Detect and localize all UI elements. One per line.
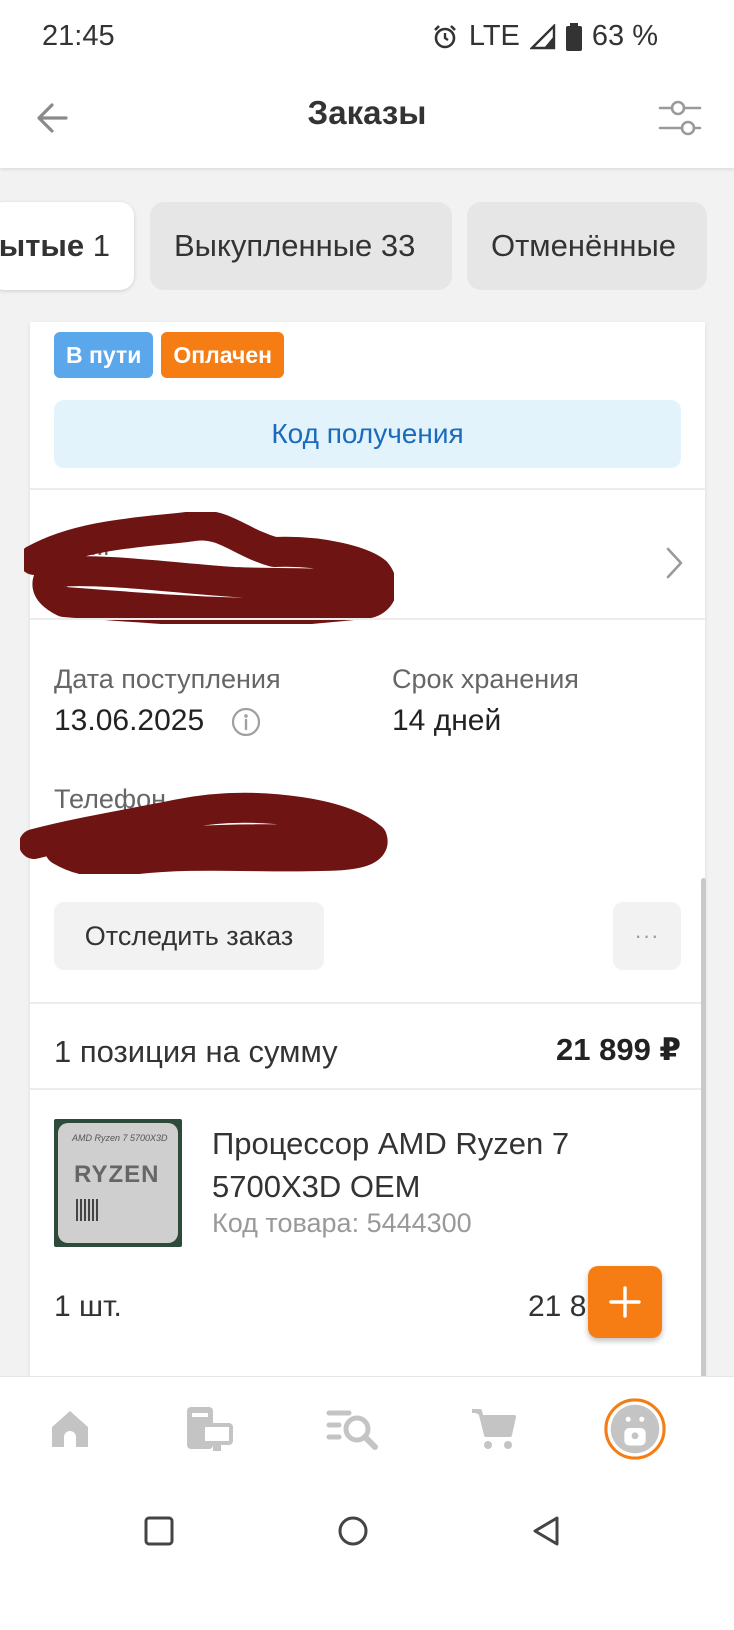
- alarm-icon: [433, 24, 456, 48]
- add-button[interactable]: [588, 1266, 662, 1338]
- more-options-button[interactable]: ···: [613, 902, 681, 970]
- storage-period-value: 14 дней: [392, 704, 502, 737]
- tab-open-count: 1: [92, 228, 110, 263]
- home-icon: [52, 1411, 88, 1447]
- page-title: Заказы: [307, 94, 427, 131]
- network-type: LTE: [468, 20, 520, 52]
- recent-apps-icon: [144, 1516, 174, 1546]
- arrival-date-value: 13.06.2025: [54, 704, 205, 737]
- tab-open-label: ытые: [0, 228, 85, 263]
- tab-redeemed[interactable]: Выкупленные 33: [150, 202, 452, 290]
- pickup-code-button[interactable]: Код получения: [54, 400, 681, 468]
- order-card: В пути Оплачен Код получения Сам Дата по…: [20, 322, 705, 1400]
- plus-icon: [609, 1286, 641, 1318]
- product-price: 21 8: [528, 1290, 587, 1323]
- order-tabs: ытые 1 Выкупленные 33 Отменённые: [0, 170, 734, 320]
- home-circle-icon: [338, 1516, 368, 1546]
- status-badge-in-transit: В пути: [54, 332, 154, 378]
- sliders-icon: [658, 100, 702, 136]
- back-system-button[interactable]: [522, 1506, 572, 1556]
- status-indicators: LTE 63 %: [431, 20, 658, 53]
- catalog-icon: [187, 1407, 233, 1451]
- divider: [30, 1002, 705, 1004]
- redaction-scribble: [24, 512, 394, 624]
- back-triangle-icon: [533, 1516, 559, 1546]
- nav-cart[interactable]: [462, 1397, 526, 1461]
- status-badge-paid: Оплачен: [161, 332, 285, 378]
- recent-apps-button[interactable]: [134, 1506, 184, 1556]
- divider: [30, 488, 705, 490]
- status-time: 21:45: [42, 20, 115, 52]
- track-order-button[interactable]: Отследить заказ: [54, 902, 324, 970]
- divider: [30, 1088, 705, 1090]
- profile-icon: [604, 1398, 666, 1460]
- nav-profile[interactable]: [603, 1397, 667, 1461]
- system-navigation: [0, 1486, 734, 1630]
- product-image-logo: RYZEN: [74, 1161, 160, 1188]
- nav-search[interactable]: [321, 1397, 385, 1461]
- status-bar: 21:45 LTE 63 %: [0, 0, 734, 78]
- scrollbar[interactable]: [701, 878, 706, 1378]
- nav-catalog[interactable]: [179, 1397, 243, 1461]
- arrival-date-label: Дата поступления: [54, 664, 281, 694]
- cart-icon: [472, 1409, 516, 1449]
- home-system-button[interactable]: [328, 1506, 378, 1556]
- app-header: Заказы: [0, 78, 734, 168]
- product-image[interactable]: AMD Ryzen 7 5700X3D RYZEN: [54, 1119, 182, 1247]
- product-image-brand: AMD Ryzen 7 5700X3D: [72, 1133, 168, 1143]
- tab-open[interactable]: ытые 1: [0, 202, 134, 290]
- nav-home[interactable]: [38, 1397, 102, 1461]
- battery-level: 63 %: [591, 20, 658, 52]
- info-icon[interactable]: [230, 706, 262, 738]
- order-total: 21 899 ₽: [556, 1032, 681, 1067]
- product-quantity: 1 шт.: [54, 1290, 122, 1323]
- product-title[interactable]: Процессор AMD Ryzen 7 5700X3D OEM: [212, 1122, 672, 1208]
- redaction-scribble: [20, 792, 388, 874]
- order-summary-label: 1 позиция на сумму: [54, 1034, 338, 1069]
- storage-period-label: Срок хранения: [392, 664, 579, 694]
- status-badges: В пути Оплачен: [54, 332, 285, 378]
- battery-icon: [565, 22, 582, 51]
- pickup-point-row[interactable]: Сам: [24, 502, 705, 632]
- qr-code-graphic: [76, 1199, 98, 1221]
- cpu-chip-graphic: AMD Ryzen 7 5700X3D RYZEN: [58, 1123, 178, 1243]
- divider: [30, 618, 705, 620]
- tab-cancelled[interactable]: Отменённые: [467, 202, 707, 290]
- chevron-right-icon: [666, 547, 683, 579]
- product-code: Код товара: 5444300: [212, 1208, 472, 1238]
- search-icon: [326, 1410, 378, 1450]
- filter-button[interactable]: [656, 94, 704, 142]
- bottom-navigation: [0, 1376, 734, 1486]
- signal-icon: [529, 23, 556, 49]
